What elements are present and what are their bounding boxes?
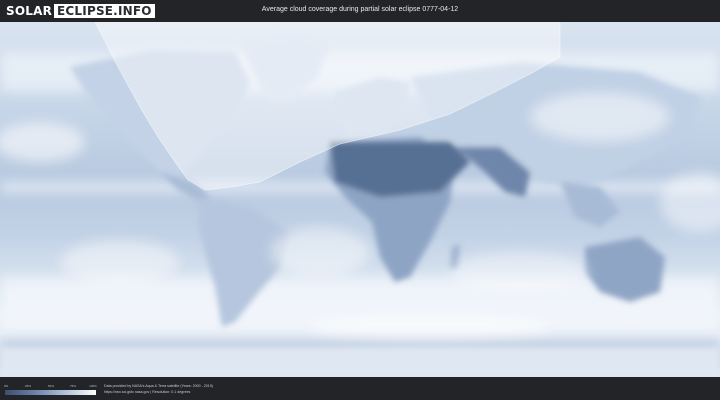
credits-line-2: https://neo.sci.gsfc.nasa.gov | Resoluti… — [104, 389, 191, 394]
legend-tick: 50% — [47, 384, 55, 388]
cloud-coverage-map — [0, 22, 720, 377]
credits-line-1: Data provided by NASA's Aqua & Terra sat… — [104, 384, 213, 388]
legend-tick: 25% — [24, 384, 32, 388]
legend-tick: 0% — [3, 384, 9, 388]
map-viewer: SOLAR ECLIPSE.INFO Average cloud coverag… — [0, 0, 720, 400]
legend-tick: 75% — [69, 384, 77, 388]
legend-labels: 0% 25% 50% 75% 100% — [3, 384, 97, 389]
legend-tick: 100% — [89, 384, 97, 388]
antarctica — [0, 347, 720, 377]
header-bar: SOLAR ECLIPSE.INFO Average cloud coverag… — [0, 0, 720, 22]
data-credits: Data provided by NASA's Aqua & Terra sat… — [104, 384, 213, 395]
cloud-coverage-legend: 0% 25% 50% 75% 100% — [3, 384, 97, 396]
page-title: Average cloud coverage during partial so… — [261, 6, 459, 13]
legend-color-bar — [5, 390, 96, 395]
footer-bar: 0% 25% 50% 75% 100% Data provided by NAS… — [0, 377, 720, 400]
